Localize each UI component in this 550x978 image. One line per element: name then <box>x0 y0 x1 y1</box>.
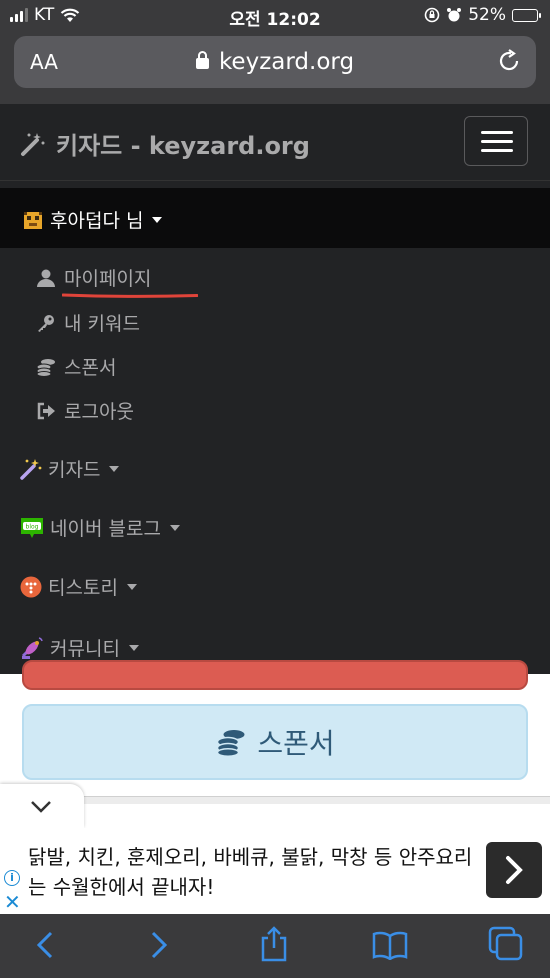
back-icon[interactable] <box>34 930 56 960</box>
coins-icon <box>217 730 245 757</box>
sponsor-button[interactable]: 스폰서 <box>22 704 528 780</box>
caret-down-icon <box>128 644 139 651</box>
browser-toolbar <box>0 914 550 978</box>
annotation-underline <box>62 293 198 298</box>
pixel-avatar-icon <box>24 211 42 229</box>
user-icon <box>37 269 55 287</box>
coins-icon <box>36 358 55 377</box>
menu-tistory[interactable]: 티스토리 <box>20 573 137 600</box>
divider <box>84 796 550 804</box>
submenu-item-mypage[interactable]: 마이페이지 <box>36 264 151 291</box>
submenu-label: 마이페이지 <box>64 268 152 290</box>
reload-icon[interactable] <box>496 48 522 74</box>
tabs-icon[interactable] <box>488 926 524 962</box>
menu-label: 키자드 <box>48 459 101 481</box>
url-text: keyzard.org <box>218 49 355 75</box>
user-dropdown[interactable]: 후아덥다 님 <box>0 188 550 248</box>
bookmarks-icon[interactable] <box>372 930 408 960</box>
ad-close-icon[interactable]: ✕ <box>4 890 21 914</box>
magic-wand-icon <box>21 132 45 156</box>
submenu-item-sponsor[interactable]: 스폰서 <box>36 353 116 380</box>
caret-down-icon <box>152 216 163 223</box>
caret-down-icon <box>109 465 120 472</box>
red-button[interactable] <box>22 660 528 690</box>
menu-toggle-button[interactable] <box>464 116 528 166</box>
chevron-down-icon <box>31 801 51 813</box>
battery-percent: 52% <box>468 5 506 25</box>
ad-banner[interactable]: i ✕ 닭발, 치킨, 훈제오리, 바베큐, 불닭, 막창 등 안주요리는 수월… <box>0 828 550 914</box>
site-navbar: 키자드 - keyzard.org 후아덥다 님 마이페이지 내 키워드 스폰서… <box>0 104 550 674</box>
submenu-label: 로그아웃 <box>64 401 134 423</box>
menu-label: 티스토리 <box>48 577 118 599</box>
ad-go-button[interactable] <box>486 842 542 898</box>
satellite-icon <box>21 636 43 659</box>
alarm-icon <box>447 8 462 22</box>
caret-down-icon <box>169 524 180 531</box>
battery-icon <box>512 8 541 22</box>
naver-blog-icon: blog <box>21 517 43 538</box>
sign-out-icon <box>37 402 55 419</box>
ad-collapse-button[interactable] <box>0 784 84 828</box>
ad-info-icon[interactable]: i <box>4 870 20 886</box>
caret-down-icon <box>126 583 137 590</box>
key-icon <box>38 314 54 332</box>
orientation-lock-icon <box>424 7 440 23</box>
ad-text[interactable]: 닭발, 치킨, 훈제오리, 바베큐, 불닭, 막창 등 안주요리는 수월한에서 … <box>28 842 474 902</box>
menu-label: 커뮤니티 <box>50 638 120 660</box>
menu-naver-blog[interactable]: blog 네이버 블로그 <box>20 514 180 541</box>
submenu-label: 스폰서 <box>64 357 117 379</box>
status-bar: KT 오전 12:02 52% <box>0 0 550 32</box>
sponsor-button-label: 스폰서 <box>257 727 335 760</box>
menu-label: 네이버 블로그 <box>50 518 161 540</box>
forward-icon[interactable] <box>148 930 170 960</box>
menu-keyzard[interactable]: 키자드 <box>20 455 120 482</box>
address-bar[interactable]: AA keyzard.org <box>14 36 536 88</box>
browser-chrome: KT 오전 12:02 52% AA keyzard.org <box>0 0 550 104</box>
magic-wand-icon <box>20 458 42 480</box>
divider <box>0 180 550 181</box>
submenu-item-keywords[interactable]: 내 키워드 <box>36 309 140 336</box>
user-name: 후아덥다 님 <box>50 210 144 232</box>
share-icon[interactable] <box>258 926 290 962</box>
chevron-right-icon <box>506 856 523 884</box>
submenu-item-logout[interactable]: 로그아웃 <box>36 397 134 424</box>
menu-community[interactable]: 커뮤니티 <box>20 634 139 661</box>
url-display[interactable]: keyzard.org <box>14 49 536 75</box>
brand-title: 키자드 - keyzard.org <box>56 132 310 160</box>
submenu-label: 내 키워드 <box>64 313 140 335</box>
lock-icon <box>195 51 209 69</box>
tistory-icon <box>20 576 42 597</box>
svg-text:blog: blog <box>26 523 39 530</box>
brand-link[interactable]: 키자드 - keyzard.org <box>20 126 310 161</box>
